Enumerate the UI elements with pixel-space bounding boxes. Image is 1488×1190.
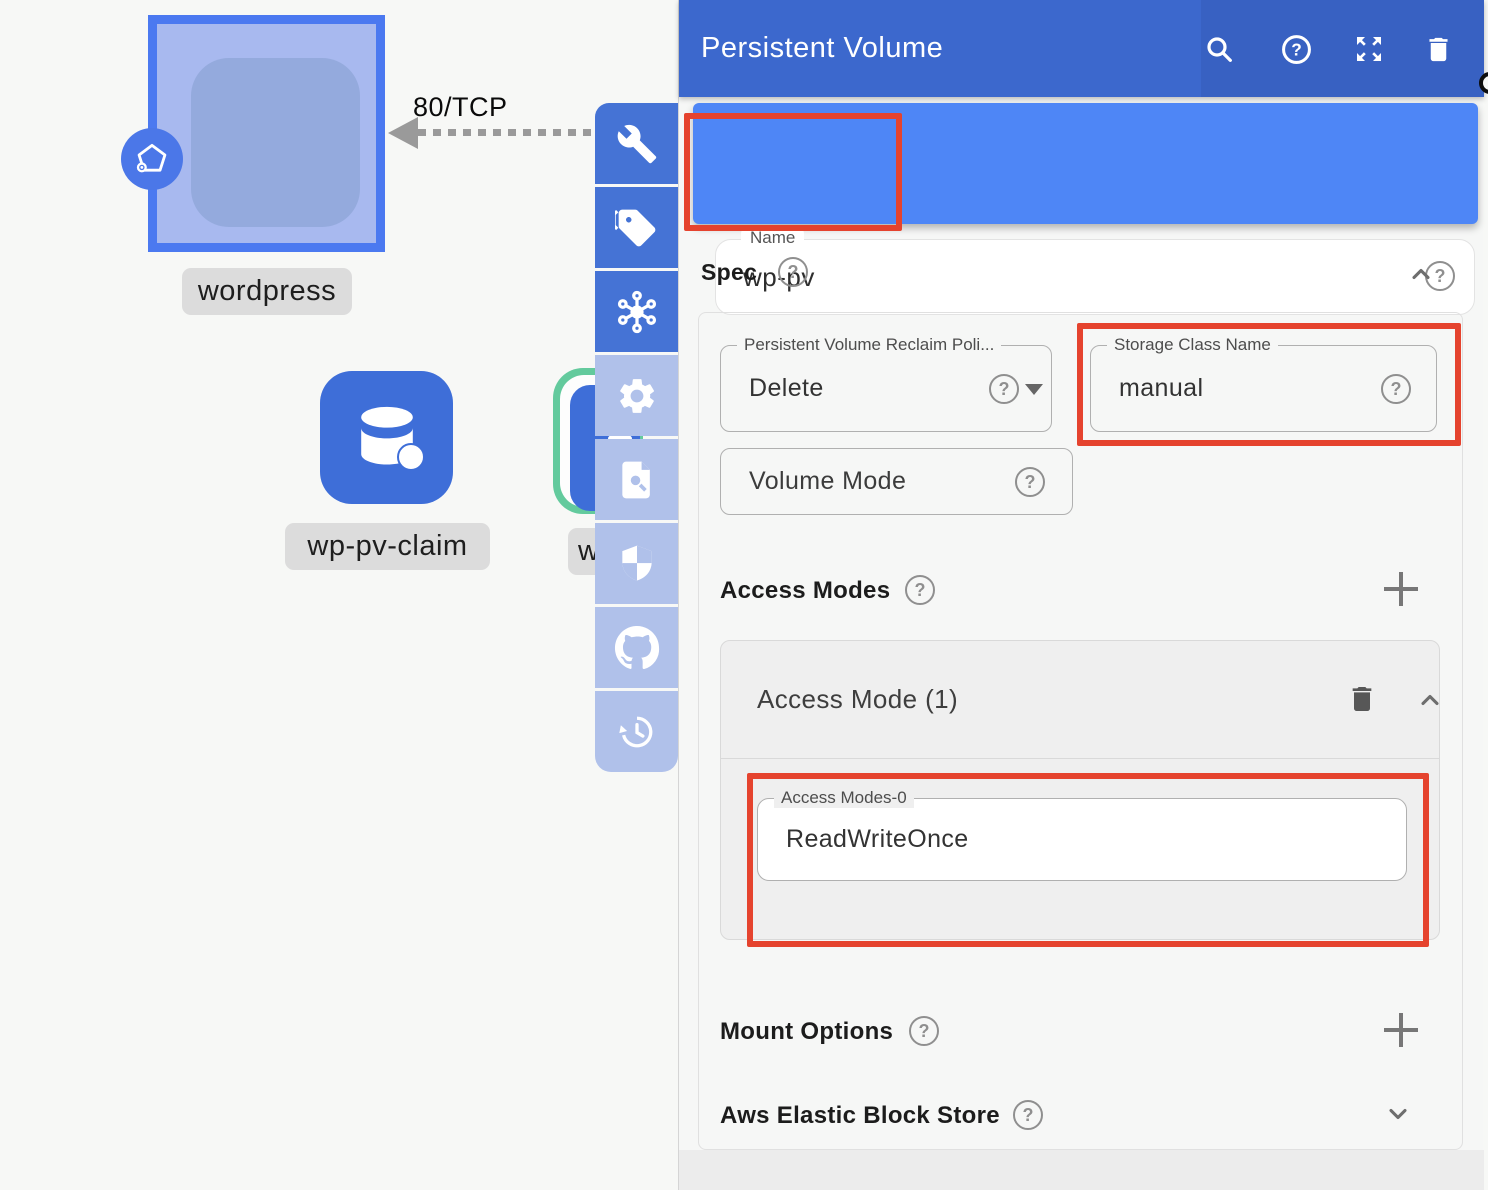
history-tool-button[interactable] (595, 691, 678, 772)
dropdown-arrow-icon[interactable] (1025, 384, 1043, 395)
wordpress-node[interactable] (148, 15, 385, 252)
chevron-up-icon (1416, 686, 1444, 714)
edge-port-label: 80/TCP (413, 92, 508, 123)
add-access-mode-button[interactable] (1384, 572, 1418, 606)
access-mode-entry-field[interactable]: Access Modes-0 ReadWriteOnce (757, 798, 1407, 881)
shield-icon (615, 542, 659, 586)
panel-title: Persistent Volume (701, 0, 943, 97)
help-icon: ? (1280, 33, 1313, 66)
github-tool-button[interactable] (595, 607, 678, 688)
app-canvas: wordpress 80/TCP wp-pv-claim w (0, 0, 1488, 1190)
search-icon (1203, 33, 1235, 65)
name-field-container: Name wp-pv (693, 103, 1478, 224)
delete-button[interactable] (1420, 31, 1456, 67)
hub-icon (614, 289, 660, 335)
pv-claim-node[interactable] (320, 371, 453, 504)
side-toolbar (595, 103, 678, 775)
trash-icon (1423, 34, 1454, 65)
tags-icon (615, 206, 659, 250)
expand-button[interactable] (1351, 31, 1387, 67)
wordpress-node-label: wordpress (182, 268, 352, 315)
spec-collapse-button[interactable] (1407, 260, 1435, 293)
aws-ebs-help-icon[interactable] (1013, 1100, 1043, 1130)
svg-text:?: ? (1291, 39, 1302, 59)
mount-options-help-icon[interactable] (909, 1016, 939, 1046)
volume-mode-field[interactable]: Volume Mode (720, 448, 1073, 515)
wrench-tool-button[interactable] (595, 103, 678, 184)
doc-search-icon (615, 458, 659, 502)
wordpress-node-inner (191, 58, 360, 227)
access-mode-delete-button[interactable] (1346, 683, 1378, 720)
add-mount-option-button[interactable] (1384, 1013, 1418, 1047)
help-button[interactable]: ? (1278, 31, 1314, 67)
reclaim-policy-help-icon[interactable] (989, 374, 1019, 404)
tags-tool-button[interactable] (595, 187, 678, 268)
properties-panel: Persistent Volume ? (678, 0, 1483, 1190)
edge-arrowhead-icon (388, 117, 418, 149)
spec-help-icon[interactable] (778, 257, 808, 287)
volume-mode-help-icon[interactable] (1015, 467, 1045, 497)
expand-icon (1353, 33, 1385, 65)
access-modes-help-icon[interactable] (905, 575, 935, 605)
pv-claim-node-label: wp-pv-claim (285, 523, 490, 570)
storage-class-value: manual (1119, 346, 1203, 431)
card-separator (721, 758, 1439, 759)
access-mode-entry-value: ReadWriteOnce (786, 799, 969, 880)
wrench-icon (616, 123, 658, 165)
github-icon (614, 625, 660, 671)
panel-footer-area (679, 1150, 1484, 1190)
hub-tool-button[interactable] (595, 271, 678, 352)
doc-search-tool-button[interactable] (595, 439, 678, 520)
access-mode-card: Access Mode (1) Access Modes-0 ReadWrite… (720, 640, 1440, 940)
aws-ebs-expand-button[interactable] (1384, 1100, 1412, 1133)
history-icon (615, 710, 659, 754)
storage-class-field[interactable]: Storage Class Name manual (1090, 345, 1437, 432)
edge-dotted-line (418, 129, 596, 136)
shield-tool-button[interactable] (595, 523, 678, 604)
storage-class-help-icon[interactable] (1381, 374, 1411, 404)
name-input[interactable] (715, 239, 1475, 315)
mount-options-heading: Mount Options (720, 1018, 893, 1046)
access-mode-card-title: Access Mode (1) (757, 641, 958, 758)
trash-icon (1346, 683, 1378, 715)
spec-heading: Spec (701, 259, 757, 286)
chevron-up-icon (1407, 260, 1435, 288)
volume-mode-label: Volume Mode (749, 449, 906, 514)
reclaim-policy-value: Delete (749, 346, 824, 431)
gear-icon (615, 374, 659, 418)
access-mode-collapse-button[interactable] (1416, 686, 1444, 719)
chevron-down-icon (1384, 1100, 1412, 1128)
panel-header: Persistent Volume ? (679, 0, 1484, 97)
pod-icon (121, 128, 183, 190)
reclaim-policy-field[interactable]: Persistent Volume Reclaim Poli... Delete (720, 345, 1052, 432)
settings-tool-button[interactable] (595, 355, 678, 436)
search-button[interactable] (1201, 31, 1237, 67)
question-badge-icon (397, 443, 425, 471)
access-modes-heading: Access Modes (720, 577, 890, 605)
aws-ebs-heading: Aws Elastic Block Store (720, 1102, 1000, 1130)
